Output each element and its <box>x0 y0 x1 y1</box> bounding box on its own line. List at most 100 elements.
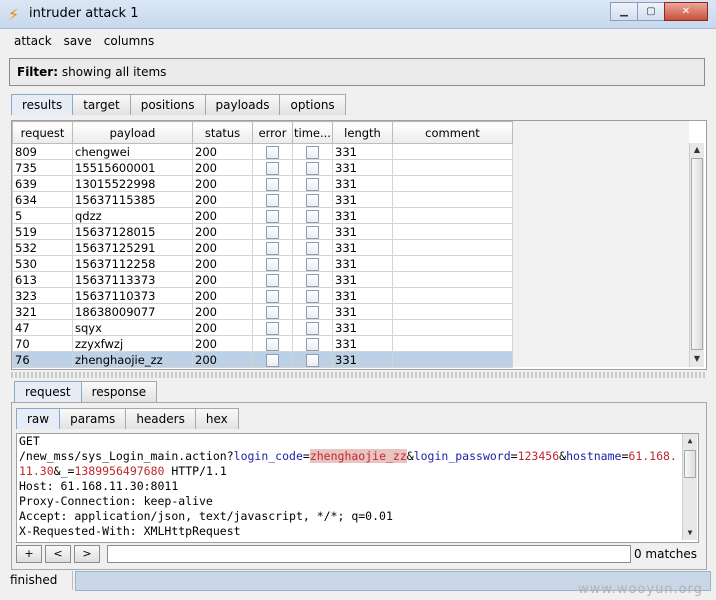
error-checkbox[interactable] <box>252 143 293 160</box>
scroll-up-icon[interactable]: ▲ <box>683 434 697 448</box>
close-icon[interactable]: ✕ <box>664 2 708 21</box>
error-checkbox[interactable] <box>252 351 293 368</box>
checkbox-icon[interactable] <box>306 273 319 287</box>
scroll-up-icon[interactable]: ▲ <box>690 143 704 157</box>
editor-scrollbar[interactable]: ▲ ▼ <box>682 434 697 540</box>
scroll-thumb[interactable] <box>691 158 703 350</box>
error-checkbox[interactable] <box>252 335 293 352</box>
checkbox-icon[interactable] <box>266 241 279 255</box>
table-row[interactable]: 613 15637113373 200 331 <box>12 271 513 288</box>
scroll-thumb[interactable] <box>684 450 696 478</box>
menu-save[interactable]: save <box>64 34 92 48</box>
table-scrollbar[interactable]: ▲ ▼ <box>689 143 704 367</box>
tab-response[interactable]: response <box>80 381 158 402</box>
checkbox-icon[interactable] <box>266 289 279 303</box>
raw-request-editor[interactable]: GET /new_mss/sys_Login_main.action?login… <box>16 433 699 543</box>
maximize-icon[interactable]: ▢ <box>637 2 665 21</box>
timeout-checkbox[interactable] <box>292 255 333 272</box>
table-row[interactable]: 532 15637125291 200 331 <box>12 239 513 256</box>
error-checkbox[interactable] <box>252 159 293 176</box>
table-row[interactable]: 735 15515600001 200 331 <box>12 159 513 176</box>
timeout-checkbox[interactable] <box>292 207 333 224</box>
col-request[interactable]: request <box>12 121 73 144</box>
table-row[interactable]: 47 sqyx 200 331 <box>12 319 513 336</box>
error-checkbox[interactable] <box>252 207 293 224</box>
scroll-down-icon[interactable]: ▼ <box>690 352 704 366</box>
table-row[interactable]: 639 13015522998 200 331 <box>12 175 513 192</box>
timeout-checkbox[interactable] <box>292 223 333 240</box>
table-row[interactable]: 321 18638009077 200 331 <box>12 303 513 320</box>
menu-columns[interactable]: columns <box>104 34 154 48</box>
tab-target[interactable]: target <box>72 94 131 115</box>
checkbox-icon[interactable] <box>306 193 319 207</box>
error-checkbox[interactable] <box>252 175 293 192</box>
checkbox-icon[interactable] <box>306 225 319 239</box>
table-row[interactable]: 519 15637128015 200 331 <box>12 223 513 240</box>
tab-options[interactable]: options <box>279 94 346 115</box>
timeout-checkbox[interactable] <box>292 335 333 352</box>
timeout-checkbox[interactable] <box>292 271 333 288</box>
checkbox-icon[interactable] <box>266 177 279 191</box>
checkbox-icon[interactable] <box>306 289 319 303</box>
timeout-checkbox[interactable] <box>292 351 333 368</box>
tab-results[interactable]: results <box>11 94 74 115</box>
previous-match-button[interactable]: < <box>45 545 71 563</box>
table-row[interactable]: 76 zhenghaojie_zz 200 331 <box>12 351 513 368</box>
timeout-checkbox[interactable] <box>292 239 333 256</box>
col-payload[interactable]: payload <box>72 121 193 144</box>
checkbox-icon[interactable] <box>266 353 279 367</box>
checkbox-icon[interactable] <box>266 209 279 223</box>
error-checkbox[interactable] <box>252 319 293 336</box>
checkbox-icon[interactable] <box>266 145 279 159</box>
next-match-button[interactable]: > <box>74 545 100 563</box>
col-status[interactable]: status <box>192 121 253 144</box>
tab-params[interactable]: params <box>59 408 127 429</box>
tab-positions[interactable]: positions <box>129 94 206 115</box>
tab-hex[interactable]: hex <box>194 408 239 429</box>
table-row[interactable]: 323 15637110373 200 331 <box>12 287 513 304</box>
timeout-checkbox[interactable] <box>292 319 333 336</box>
checkbox-icon[interactable] <box>266 225 279 239</box>
table-row[interactable]: 70 zzyxfwzj 200 331 <box>12 335 513 352</box>
table-row[interactable]: 634 15637115385 200 331 <box>12 191 513 208</box>
checkbox-icon[interactable] <box>266 273 279 287</box>
col-time[interactable]: time... <box>292 121 333 144</box>
timeout-checkbox[interactable] <box>292 191 333 208</box>
error-checkbox[interactable] <box>252 255 293 272</box>
error-checkbox[interactable] <box>252 223 293 240</box>
checkbox-icon[interactable] <box>306 321 319 335</box>
error-checkbox[interactable] <box>252 287 293 304</box>
minimize-icon[interactable]: ▁ <box>610 2 638 21</box>
checkbox-icon[interactable] <box>266 321 279 335</box>
timeout-checkbox[interactable] <box>292 143 333 160</box>
error-checkbox[interactable] <box>252 271 293 288</box>
col-error[interactable]: error <box>252 121 293 144</box>
split-handle[interactable] <box>11 372 705 378</box>
error-checkbox[interactable] <box>252 191 293 208</box>
checkbox-icon[interactable] <box>266 193 279 207</box>
checkbox-icon[interactable] <box>306 241 319 255</box>
checkbox-icon[interactable] <box>306 177 319 191</box>
timeout-checkbox[interactable] <box>292 159 333 176</box>
timeout-checkbox[interactable] <box>292 175 333 192</box>
search-input[interactable] <box>107 545 631 563</box>
tab-request[interactable]: request <box>14 381 82 402</box>
checkbox-icon[interactable] <box>306 161 319 175</box>
timeout-checkbox[interactable] <box>292 303 333 320</box>
checkbox-icon[interactable] <box>266 337 279 351</box>
checkbox-icon[interactable] <box>306 257 319 271</box>
add-button[interactable]: + <box>16 545 42 563</box>
col-length[interactable]: length <box>332 121 393 144</box>
checkbox-icon[interactable] <box>306 145 319 159</box>
table-row[interactable]: 809 chengwei 200 331 <box>12 143 513 160</box>
timeout-checkbox[interactable] <box>292 287 333 304</box>
col-comment[interactable]: comment <box>392 121 513 144</box>
error-checkbox[interactable] <box>252 239 293 256</box>
error-checkbox[interactable] <box>252 303 293 320</box>
tab-payloads[interactable]: payloads <box>204 94 281 115</box>
checkbox-icon[interactable] <box>266 305 279 319</box>
tab-headers[interactable]: headers <box>125 408 196 429</box>
table-row[interactable]: 530 15637112258 200 331 <box>12 255 513 272</box>
checkbox-icon[interactable] <box>306 353 319 367</box>
checkbox-icon[interactable] <box>306 337 319 351</box>
